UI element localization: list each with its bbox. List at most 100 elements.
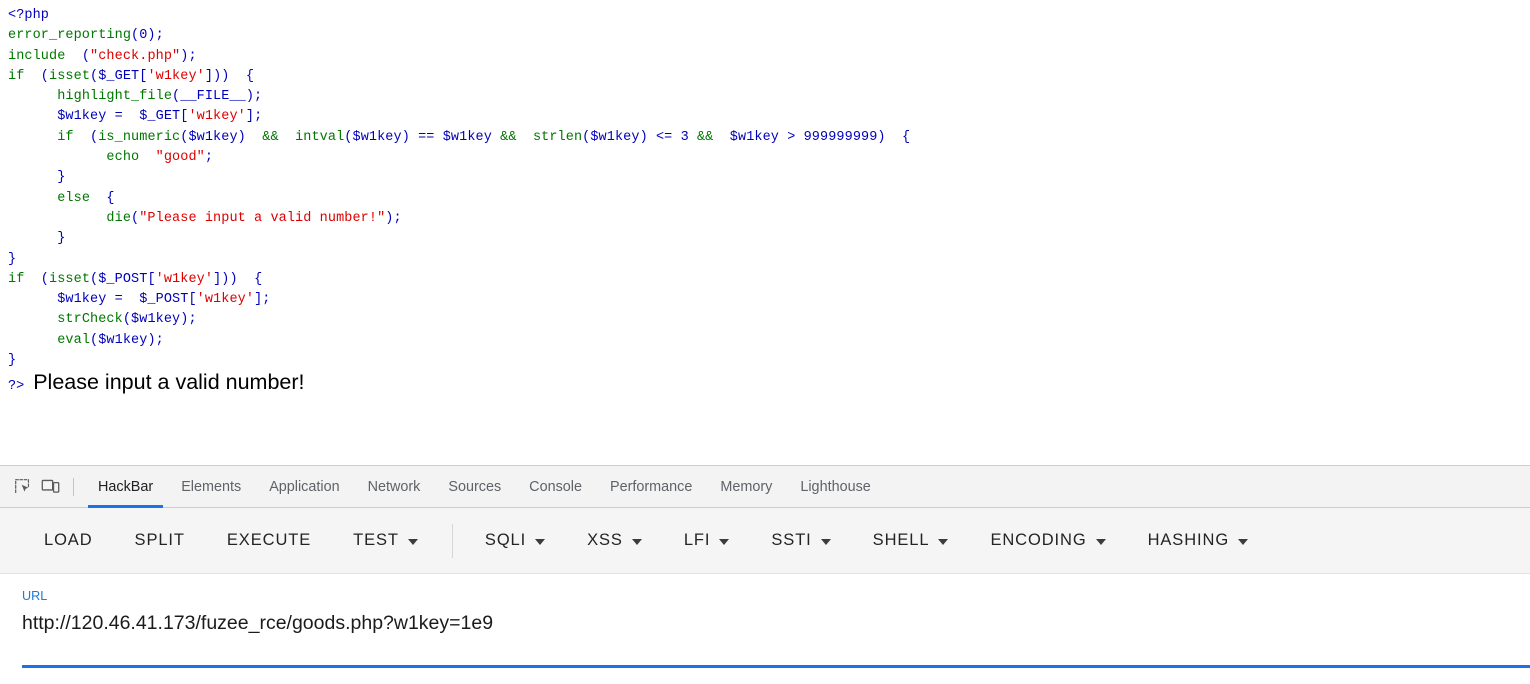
tab-application[interactable]: Application xyxy=(255,466,353,508)
toolbar-divider xyxy=(73,477,74,496)
code-token: if xyxy=(8,68,33,84)
button-label: SHELL xyxy=(872,531,930,549)
rendered-php-page: <?php error_reporting(0); include ("check.… xyxy=(0,0,1530,465)
tab-sources[interactable]: Sources xyxy=(434,466,515,508)
tab-lighthouse[interactable]: Lighthouse xyxy=(786,466,884,508)
tab-performance[interactable]: Performance xyxy=(596,466,706,508)
code-token: 'w1key' xyxy=(147,68,205,84)
code-line: else { xyxy=(8,189,1530,209)
code-token: ])) xyxy=(204,68,238,84)
tab-console[interactable]: Console xyxy=(515,466,596,508)
code-token: strCheck xyxy=(57,312,123,328)
code-token: ($_POST[ xyxy=(90,271,156,287)
button-label: LFI xyxy=(683,531,711,549)
php-close-tag: ?> xyxy=(8,379,25,395)
button-label: LOAD xyxy=(44,531,93,549)
code-line: } xyxy=(8,229,1530,249)
code-line: die("Please input a valid number!"); xyxy=(8,209,1530,229)
device-toolbar-icon[interactable] xyxy=(36,473,64,501)
code-line: if (isset($_POST['w1key'])) { xyxy=(8,270,1530,290)
code-token: echo xyxy=(106,150,148,166)
code-token: ( xyxy=(32,68,50,84)
code-line: $w1key = $_POST['w1key']; xyxy=(8,290,1530,310)
code-token: ( xyxy=(73,48,91,64)
code-token: isset xyxy=(49,271,91,287)
chevron-down-icon[interactable] xyxy=(407,538,418,545)
button-label: SSTI xyxy=(771,531,812,549)
code-token: error_reporting xyxy=(8,28,132,44)
chevron-down-icon[interactable] xyxy=(938,538,949,545)
die-message-text: Please input a valid number! xyxy=(33,370,305,395)
code-token: ($w1key) == $w1key xyxy=(344,129,501,145)
code-token: ( xyxy=(81,129,99,145)
ssti-button[interactable]: SSTI xyxy=(755,523,846,558)
chevron-down-icon[interactable] xyxy=(1238,538,1249,545)
devtools-tabbar: HackBar Elements Application Network Sources… xyxy=(0,466,1530,508)
code-token: eval xyxy=(57,332,91,348)
code-token: else xyxy=(57,190,99,206)
code-line: <?php xyxy=(8,6,1530,26)
code-token: ( xyxy=(131,210,140,226)
sqli-button[interactable]: SQLI xyxy=(469,523,561,558)
code-token: ]; xyxy=(245,109,263,125)
code-token: } xyxy=(8,231,66,247)
lfi-button[interactable]: LFI xyxy=(668,523,746,558)
code-token: { xyxy=(893,129,911,145)
code-token: { xyxy=(98,190,115,206)
tab-label: Application xyxy=(269,478,340,495)
url-input[interactable]: http://120.46.41.173/fuzee_rce/goods.php… xyxy=(22,612,1530,634)
chevron-down-icon[interactable] xyxy=(1095,538,1106,545)
load-button[interactable]: LOAD xyxy=(28,523,109,558)
code-token: <?php xyxy=(8,8,50,23)
action-bar-divider xyxy=(451,523,453,558)
php-source-highlight: <?php error_reporting(0); include ("check.… xyxy=(0,0,1530,371)
code-line: if (is_numeric($w1key) && intval($w1key)… xyxy=(8,128,1530,148)
code-token: if xyxy=(57,129,82,145)
code-token: "Please input a valid number!" xyxy=(139,210,386,226)
inspect-element-icon[interactable] xyxy=(8,473,36,501)
code-token: $_GET[ xyxy=(131,109,189,125)
code-token: && xyxy=(254,129,287,145)
code-line: if (isset($_GET['w1key'])) { xyxy=(8,67,1530,87)
code-token: isset xyxy=(49,68,91,84)
split-button[interactable]: SPLIT xyxy=(119,523,201,558)
code-token: (0); xyxy=(131,28,164,44)
code-token: } xyxy=(8,353,17,369)
devtools-tab-list: HackBar Elements Application Network Sources… xyxy=(84,466,885,508)
code-token: ); xyxy=(180,48,197,64)
code-token: (__FILE__); xyxy=(172,89,263,105)
button-label: TEST xyxy=(353,531,399,549)
code-token: 'w1key' xyxy=(155,271,214,287)
xss-button[interactable]: XSS xyxy=(571,523,658,558)
tab-elements[interactable]: Elements xyxy=(167,466,255,508)
hackbar-action-bar: LOAD SPLIT EXECUTE TEST SQLI XSS LFI SSTI SHELL E… xyxy=(0,508,1530,574)
chevron-down-icon[interactable] xyxy=(631,538,642,545)
code-token: ; xyxy=(204,150,214,166)
hashing-button[interactable]: HASHING xyxy=(1132,523,1264,558)
code-token: ($w1key) <= 3 xyxy=(582,129,697,145)
code-line: } xyxy=(8,351,1530,371)
chevron-down-icon[interactable] xyxy=(719,538,730,545)
tab-memory[interactable]: Memory xyxy=(706,466,786,508)
tab-label: Lighthouse xyxy=(800,478,871,495)
code-token: } xyxy=(8,251,17,267)
tab-label: Memory xyxy=(720,478,773,495)
shell-button[interactable]: SHELL xyxy=(857,523,965,558)
chevron-down-icon[interactable] xyxy=(820,538,831,545)
execute-button[interactable]: EXECUTE xyxy=(211,523,327,558)
test-button[interactable]: TEST xyxy=(337,523,434,558)
code-token: && xyxy=(696,129,722,145)
tab-network[interactable]: Network xyxy=(354,466,435,508)
tab-hackbar[interactable]: HackBar xyxy=(84,466,167,508)
encoding-button[interactable]: ENCODING xyxy=(974,523,1121,558)
code-token: include xyxy=(8,48,74,64)
button-label: ENCODING xyxy=(990,531,1087,549)
chevron-down-icon[interactable] xyxy=(535,538,546,545)
code-token: 'w1key' xyxy=(188,109,246,125)
code-token: die xyxy=(106,210,132,226)
code-line: } xyxy=(8,168,1530,188)
code-token: $_POST[ xyxy=(131,292,197,308)
